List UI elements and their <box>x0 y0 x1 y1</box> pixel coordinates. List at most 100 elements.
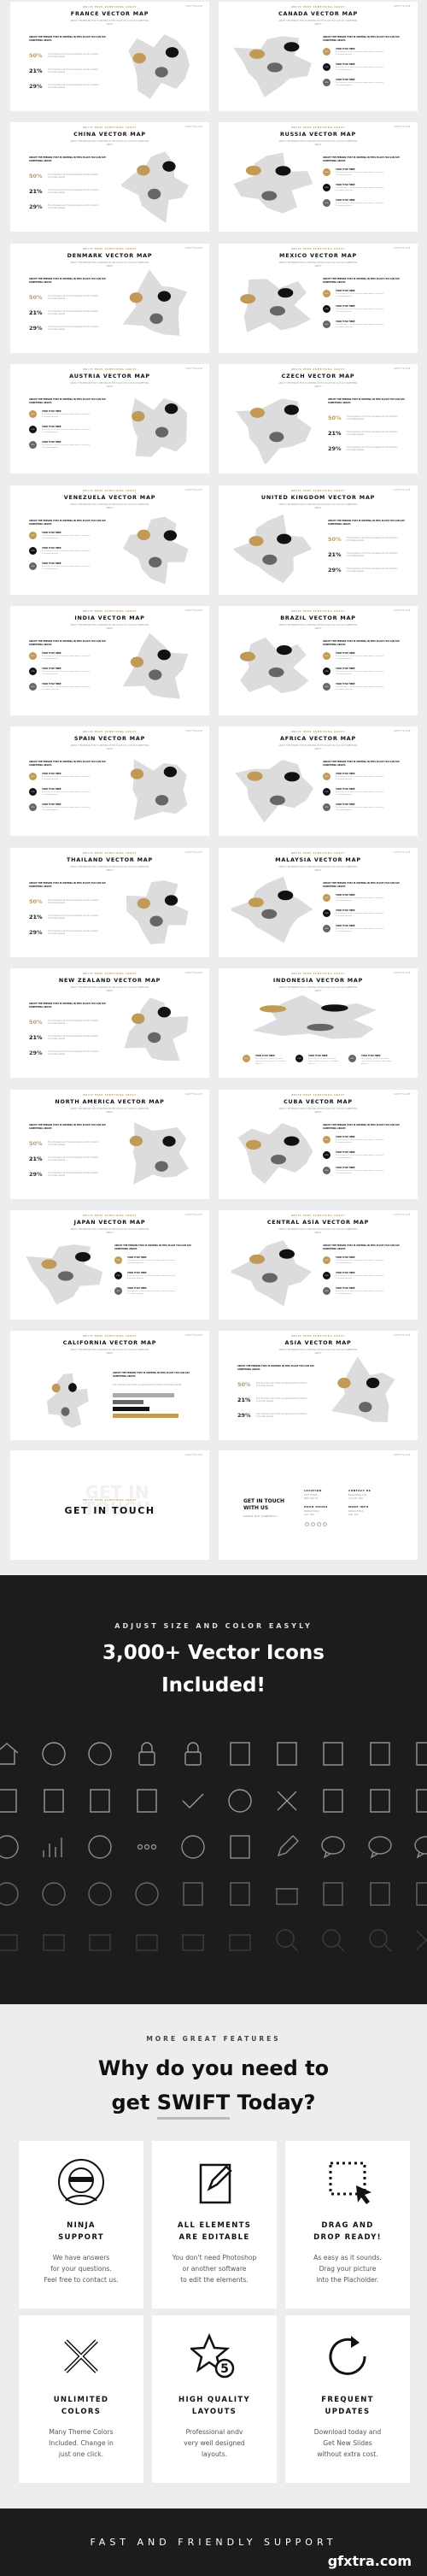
list-item: 29% YOUR TITLE HERE The Universe is all of… <box>29 683 111 698</box>
info-icon <box>40 1880 67 1908</box>
highlighted-region <box>261 909 278 919</box>
slide-title: FRANCE VECTOR MAP <box>70 10 149 17</box>
slide-contact-info[interactable]: SWIFTSLIDE GET IN TOUCH WITH US SIMPLE BUT… <box>219 1450 418 1560</box>
highlighted-region <box>130 768 144 779</box>
badge-circle: 29% <box>323 1167 330 1175</box>
slide-subtitle: ABOUT THE PERSON THAT IS WRITING IN THIS… <box>278 140 358 146</box>
map-shape <box>124 997 189 1062</box>
map-region <box>122 632 189 699</box>
stat-row: 50% The Universe is all of time and space… <box>328 532 410 547</box>
slide-kicker: WRITE HERE SOMETHING ABOUT <box>291 1094 345 1097</box>
feature-desc-line: very well designed <box>184 2439 245 2447</box>
folder-icon <box>273 1880 301 1908</box>
slide-thumbnail[interactable]: SWIFTSLIDE WRITE HERE SOMETHING ABOUT DENM… <box>10 244 209 353</box>
stat-row: 21% The Universe is all of time and space… <box>29 63 111 79</box>
item-title: YOUR TITLE HERE <box>127 1272 147 1275</box>
slide-thumbnail[interactable]: SWIFTSLIDE WRITE HERE SOMETHING ABOUT AUST… <box>10 364 209 473</box>
badge-circle: 21% <box>323 788 330 797</box>
slide-thumbnail[interactable]: SWIFTSLIDE WRITE HERE SOMETHING ABOUT THAI… <box>10 848 209 957</box>
item-title: YOUR TITLE HERE <box>308 1055 328 1057</box>
slide-thumbnail[interactable]: SWIFTSLIDE WRITE HERE SOMETHING ABOUT SPAI… <box>10 726 209 836</box>
stat-row: 21% The Universe is all of time and space… <box>29 1030 111 1045</box>
feature-desc-line: Professional andv <box>185 2428 243 2436</box>
item-title: YOUR TITLE HERE <box>336 48 355 51</box>
feature-desc-line: or another software <box>182 2265 247 2273</box>
list-item: 50% YOUR TITLE HERE The Universe is all of… <box>323 1256 405 1272</box>
slide-thumbnail[interactable]: SWIFTSLIDE WRITE HERE SOMETHING ABOUT ASIA… <box>219 1331 418 1440</box>
list-item: 50% YOUR TITLE HERE The Universe is all of… <box>323 894 405 909</box>
list-item: 29% YOUR TITLE HERE The Universe is all of… <box>323 79 405 94</box>
slide-thumbnail[interactable]: SWIFTSLIDE WRITE HERE SOMETHING ABOUT BRAZ… <box>219 606 418 715</box>
slide-thumbnail[interactable]: SWIFTSLIDE WRITE HERE SOMETHING ABOUT CANA… <box>219 2 418 111</box>
slide-thumbnail[interactable]: SWIFTSLIDE WRITE HERE SOMETHING ABOUT CENT… <box>219 1210 418 1320</box>
list-item: 29% YOUR TITLE HERE The Universe is all of… <box>323 803 405 819</box>
slide-thumbnail[interactable]: SWIFTSLIDE WRITE HERE SOMETHING ABOUT CUBA… <box>219 1090 418 1199</box>
slide-thumbnail[interactable]: SWIFTSLIDE WRITE HERE SOMETHING ABOUT MEXI… <box>219 244 418 353</box>
slide-thumbnail[interactable]: SWIFTSLIDE WRITE HERE SOMETHING ABOUT INDO… <box>219 968 418 1078</box>
stat-row: 29% The Universe is all of time and space… <box>29 79 111 94</box>
stat-value: 29% <box>29 929 43 937</box>
archive-icon <box>0 1926 20 1954</box>
slide-thumbnail[interactable]: SWIFTSLIDE WRITE HERE SOMETHING ABOUT CALI… <box>10 1331 209 1440</box>
slide-thumbnail[interactable]: SWIFTSLIDE WRITE HERE SOMETHING ABOUT UNIT… <box>219 485 418 595</box>
item-desc: The Universe is all of time and space an… <box>42 566 91 571</box>
bar <box>113 1414 179 1419</box>
slide-thumbnail[interactable]: SWIFTSLIDE WRITE HERE SOMETHING ABOUT CZEC… <box>219 364 418 473</box>
chats-icon <box>412 1833 427 1861</box>
slide-thumbnail[interactable]: SWIFTSLIDE WRITE HERE SOMETHING ABOUT RUSS… <box>219 122 418 232</box>
slide-kicker: WRITE HERE SOMETHING ABOUT <box>83 1499 137 1502</box>
slide-thumbnail[interactable]: SWIFTSLIDE WRITE HERE SOMETHING ABOUT CHIN… <box>10 122 209 232</box>
item-title: YOUR TITLE HERE <box>336 305 355 309</box>
contact-heading: GET IN TOUCH WITH US <box>243 1498 285 1511</box>
item-desc: The Universe is all of time and space an… <box>42 686 91 691</box>
item-title: YOUR TITLE HERE <box>336 894 355 897</box>
highlighted-region <box>245 1139 261 1150</box>
badge-circle: 29% <box>323 803 330 812</box>
images-icon <box>366 1880 394 1908</box>
icons-title-line1: 3,000+ Vector Icons <box>102 1642 325 1664</box>
facebook-icon[interactable] <box>305 1522 309 1526</box>
list-heading: ABOUT THE PERSON THAT IS WRITING IN THIS… <box>323 1244 401 1250</box>
list-column: ABOUT THE PERSON THAT IS WRITING IN THIS… <box>323 882 405 940</box>
slide-thumbnail[interactable]: SWIFTSLIDE WRITE HERE SOMETHING ABOUT JAPA… <box>10 1210 209 1320</box>
slide-kicker: WRITE HERE SOMETHING ABOUT <box>83 1094 137 1097</box>
slide-thumbnail[interactable]: SWIFTSLIDE WRITE HERE SOMETHING ABOUT NORT… <box>10 1090 209 1199</box>
slide-get-in-touch[interactable]: SWIFTSLIDE GET IN TOUCH WRITE HERE SOMETHI… <box>10 1450 209 1560</box>
map-region <box>126 880 189 944</box>
map-region <box>122 269 188 336</box>
dots-circle-icon <box>179 1833 207 1861</box>
slide-thumbnail[interactable]: SWIFTSLIDE WRITE HERE SOMETHING ABOUT INDI… <box>10 606 209 715</box>
stat-value: 21% <box>29 309 43 317</box>
stat-desc: The Universe is all of time and space an… <box>347 415 398 421</box>
list-item: 21% YOUR TITLE HERE The Universe is all of… <box>323 1151 405 1167</box>
list-item: 21% YOUR TITLE HERE The Universe is all of… <box>323 63 405 79</box>
highlighted-region <box>261 191 278 201</box>
item-title: YOUR TITLE HERE <box>336 79 355 82</box>
title-pre: get <box>111 2091 157 2114</box>
stat-value: 50% <box>237 1381 251 1389</box>
stats-heading: ABOUT THE PERSON THAT IS WRITING IN THIS… <box>29 156 107 162</box>
item-desc: The Universe is all of time and space an… <box>336 172 384 177</box>
instagram-icon[interactable] <box>323 1522 327 1526</box>
highlighted-region <box>155 426 169 438</box>
stat-desc: The Universe is all of time and space an… <box>48 1171 99 1178</box>
highlighted-region <box>129 292 143 303</box>
box-full-icon <box>226 1926 254 1954</box>
item-desc: The Universe is all of time and space an… <box>336 1291 384 1296</box>
slide-thumbnail[interactable]: SWIFTSLIDE WRITE HERE SOMETHING ABOUT AFRI… <box>219 726 418 836</box>
slide-thumbnail[interactable]: SWIFTSLIDE WRITE HERE SOMETHING ABOUT FRAN… <box>10 2 209 111</box>
badge-circle: 29% <box>323 925 330 933</box>
slide-subtitle: ABOUT THE PERSON THAT IS WRITING IN THIS… <box>278 986 358 992</box>
slide-thumbnail[interactable]: SWIFTSLIDE WRITE HERE SOMETHING ABOUT VENE… <box>10 485 209 595</box>
stat-value: 50% <box>29 294 43 302</box>
item-title: YOUR TITLE HERE <box>336 1256 355 1260</box>
badge-circle: 29% <box>323 199 330 208</box>
item-desc: The Universe is all of time and space an… <box>336 67 384 72</box>
list-item: 50% YOUR TITLE HERE The Universe is all of… <box>323 290 405 305</box>
slide-thumbnail[interactable]: SWIFTSLIDE WRITE HERE SOMETHING ABOUT MALA… <box>219 848 418 957</box>
twitter-icon[interactable] <box>311 1522 315 1526</box>
stat-desc: The Universe is all of time and space an… <box>48 1156 99 1162</box>
highlighted-region <box>307 1023 334 1032</box>
linkedin-icon[interactable] <box>317 1522 321 1526</box>
slide-thumbnail[interactable]: SWIFTSLIDE WRITE HERE SOMETHING ABOUT NEW … <box>10 968 209 1078</box>
